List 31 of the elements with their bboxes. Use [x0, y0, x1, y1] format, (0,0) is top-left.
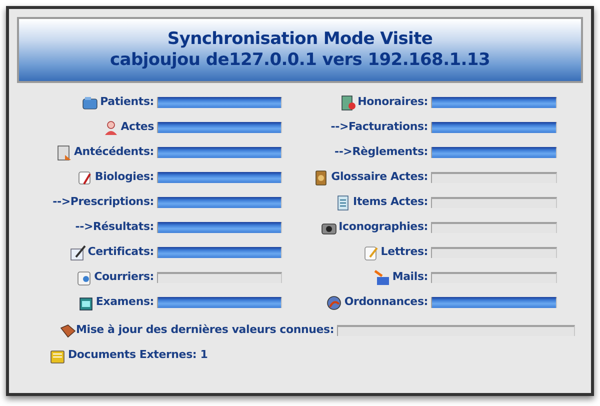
field-label: Lettres:	[380, 244, 428, 260]
field-label: Documents Externes: 1	[68, 347, 208, 364]
field-label: Patients:	[100, 94, 154, 110]
window-subtitle: cabjoujou de127.0.0.1 vers 192.168.1.13	[110, 50, 490, 71]
field-label: -->Prescriptions:	[52, 194, 154, 210]
folder-icon	[50, 348, 66, 364]
field-label: Ordonnances:	[344, 294, 428, 310]
field-label: Biologies:	[94, 169, 154, 186]
field-label: Honoraires:	[358, 94, 428, 110]
field-label: Examens:	[96, 294, 154, 310]
field-label: -->Règlements:	[334, 144, 428, 160]
note-icon	[362, 244, 379, 260]
pen-icon	[70, 244, 86, 260]
field-label: Items Actes:	[353, 194, 428, 210]
window-title: Synchronisation Mode Visite	[167, 29, 433, 50]
globe-icon	[326, 294, 342, 310]
field-label: Iconographies:	[338, 219, 428, 236]
field-label: Mails:	[392, 269, 428, 286]
field-label: Antécédents:	[74, 144, 154, 160]
folder-icon	[82, 94, 98, 110]
field-label: Courriers:	[94, 269, 154, 286]
field-label: Mise à jour des dernières valeurs connues:	[76, 322, 334, 338]
field-label: Glossaire Actes:	[331, 169, 428, 186]
person-icon	[102, 120, 119, 136]
document-icon	[56, 144, 72, 160]
field-label: -->Facturations:	[330, 119, 428, 136]
field-label: Certificats:	[88, 244, 154, 260]
list-icon	[335, 194, 352, 210]
box-icon	[78, 294, 94, 310]
field-label: Actes	[120, 119, 154, 136]
field-label: -->Résultats:	[75, 219, 154, 236]
